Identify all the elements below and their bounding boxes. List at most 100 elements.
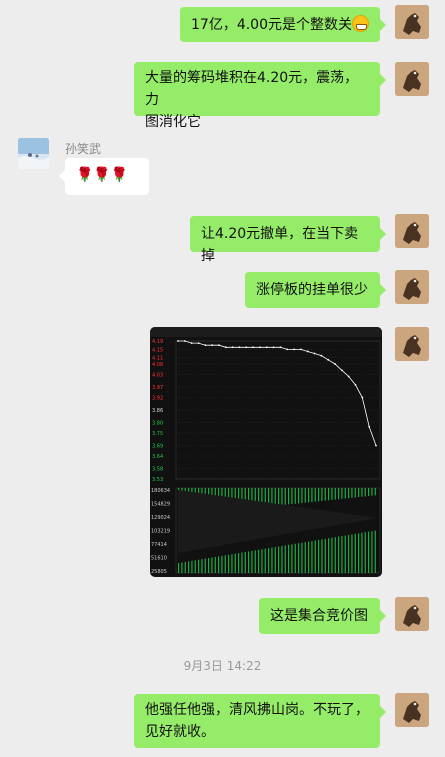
self-avatar[interactable] xyxy=(395,5,429,39)
self-avatar[interactable] xyxy=(395,62,429,96)
volume-bar-top xyxy=(281,488,283,506)
volume-bar-bottom xyxy=(344,535,346,573)
self-avatar[interactable] xyxy=(395,270,429,304)
volume-bar-bottom xyxy=(321,539,323,573)
self-avatar[interactable] xyxy=(395,597,429,631)
message-bubble-8[interactable]: 他强任他强，清风拂山岗。不玩了， 见好就收。 xyxy=(134,694,386,748)
volume-bar-bottom xyxy=(324,538,326,573)
self-avatar[interactable] xyxy=(395,214,429,248)
volume-bar-top xyxy=(301,488,303,504)
avatar-horse-icon xyxy=(395,214,429,248)
volume-bar-top xyxy=(361,488,363,497)
volume-tick-label: 25805 xyxy=(151,569,167,575)
volume-bar-bottom xyxy=(181,562,183,573)
chart-header-bar xyxy=(150,327,382,337)
volume-bar-bottom xyxy=(351,534,353,573)
message-bubble-3[interactable]: 🌹🌹🌹 xyxy=(59,158,149,195)
volume-bar-bottom xyxy=(254,550,256,573)
volume-bar-bottom xyxy=(291,544,293,573)
volume-bar-bottom xyxy=(271,547,273,573)
volume-bar-top xyxy=(294,488,296,504)
volume-bar-bottom xyxy=(304,542,306,573)
volume-tick-label: 103219 xyxy=(151,529,170,535)
price-tick-label: 3.75 xyxy=(152,431,163,437)
volume-bar-top xyxy=(308,488,310,503)
volume-bar-bottom xyxy=(341,536,343,573)
volume-tick-label: 154829 xyxy=(151,502,170,508)
volume-bar-bottom xyxy=(308,541,310,573)
message-bubble-4[interactable]: 让4.20元撤单，在当下卖掉 xyxy=(190,216,386,264)
volume-bar-top xyxy=(291,488,293,505)
volume-bar-top xyxy=(374,488,376,496)
volume-tick-label: 77414 xyxy=(151,542,167,548)
volume-bar-bottom xyxy=(211,557,213,573)
volume-bar-bottom xyxy=(208,558,210,573)
volume-bar-bottom xyxy=(178,563,180,573)
volume-bar-bottom xyxy=(294,543,296,573)
volume-bar-top xyxy=(304,488,306,503)
volume-bar-top xyxy=(334,488,336,500)
volume-bar-bottom xyxy=(224,555,226,573)
stock-chart-image[interactable]: 4.19 4.15 4.11 4.08 4.03 3.97 3.92 3.86 3.80 3.75… xyxy=(150,327,382,577)
price-tick-label: 4.08 xyxy=(152,362,163,368)
volume-bar-bottom xyxy=(194,560,196,573)
message-text: 让4.20元撤单，在当下卖掉 xyxy=(201,226,359,264)
volume-bar-top xyxy=(348,488,350,499)
price-tick-label: 3.64 xyxy=(152,454,163,460)
message-text: 涨停板的挂单很少 xyxy=(256,282,368,298)
volume-bar-bottom xyxy=(334,537,336,573)
volume-bar-top xyxy=(354,488,356,498)
message-bubble-5[interactable]: 涨停板的挂单很少 xyxy=(245,272,386,308)
volume-tick-label: 129024 xyxy=(151,515,170,521)
volume-bar-bottom xyxy=(298,543,300,573)
volume-bar-top xyxy=(358,488,360,498)
volume-bar-bottom xyxy=(198,559,200,573)
volume-bar-bottom xyxy=(368,531,370,573)
volume-bar-bottom xyxy=(318,539,320,573)
message-bubble-2[interactable]: 大量的筹码堆积在4.20元，震荡，力 图消化它 xyxy=(134,62,386,130)
avatar-landscape-icon xyxy=(18,138,49,169)
message-bubble-1[interactable]: 17亿，4.00元是个整数关 xyxy=(180,7,386,42)
volume-bar-bottom xyxy=(288,544,290,573)
volume-bar-top xyxy=(351,488,353,498)
volume-bar-bottom xyxy=(301,542,303,573)
price-tick-label: 3.97 xyxy=(152,385,163,391)
message-text-line-1: 他强任他强，清风拂山岗。不玩了， xyxy=(145,702,369,718)
message-text-line-1: 大量的筹码堆积在4.20元，震荡，力 xyxy=(145,70,359,108)
message-text: 这是集合竞价图 xyxy=(270,608,368,624)
volume-bar-bottom xyxy=(338,536,340,573)
message-bubble-7[interactable]: 这是集合竞价图 xyxy=(259,598,386,634)
volume-bar-bottom xyxy=(348,534,350,573)
volume-bar-bottom xyxy=(371,531,373,573)
volume-bar-bottom xyxy=(214,556,216,573)
rose-emoji-text: 🌹🌹🌹 xyxy=(76,167,129,183)
price-tick-label: 3.58 xyxy=(152,467,163,473)
volume-bar-bottom xyxy=(331,537,333,573)
volume-bar-top xyxy=(364,488,366,497)
volume-bar-bottom xyxy=(248,551,250,573)
volume-tick-label: 180634 xyxy=(151,488,170,494)
sender-name: 孙笑武 xyxy=(65,142,102,156)
volume-bar-top xyxy=(371,488,373,496)
price-tick-label: 4.15 xyxy=(152,347,163,353)
self-avatar[interactable] xyxy=(395,327,429,361)
auction-chart: 4.19 4.15 4.114.08 4.03 3.97 3.92 3.86 3.80 3.75… xyxy=(150,327,382,575)
price-tick-label: 4.19 xyxy=(152,339,163,345)
volume-bar-top xyxy=(314,488,316,502)
volume-bar-bottom xyxy=(201,559,203,573)
avatar-horse-icon xyxy=(395,693,429,727)
self-avatar[interactable] xyxy=(395,693,429,727)
price-tick-label: 4.11 xyxy=(152,356,163,362)
volume-bar-bottom xyxy=(191,560,193,573)
volume-bar-bottom xyxy=(311,541,313,573)
volume-bar-bottom xyxy=(204,558,206,573)
volume-bar-bottom xyxy=(234,553,236,573)
price-tick-label: 3.86 xyxy=(152,408,163,414)
volume-bar-top xyxy=(331,488,333,500)
avatar-horse-icon xyxy=(395,5,429,39)
volume-bar-bottom xyxy=(268,548,270,573)
volume-bar-bottom xyxy=(354,533,356,573)
sender-avatar[interactable] xyxy=(18,138,49,169)
avatar-horse-icon xyxy=(395,327,429,361)
volume-bar-top xyxy=(284,488,286,505)
